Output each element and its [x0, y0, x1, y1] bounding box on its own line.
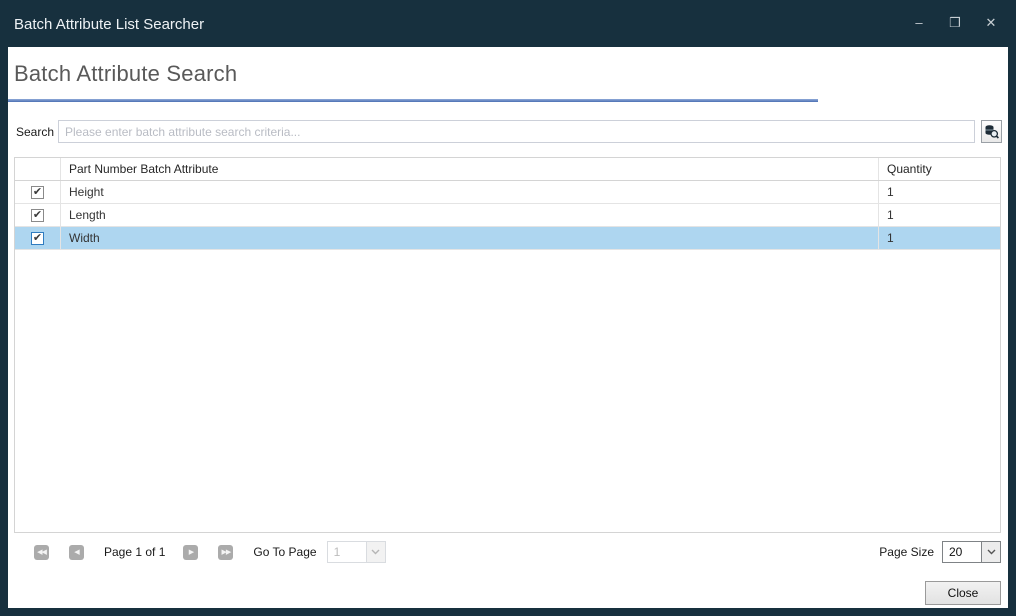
chevron-down-icon[interactable]	[981, 542, 1000, 562]
window-controls: – ❒ ✕	[912, 14, 998, 32]
header-checkbox-column	[15, 158, 61, 180]
attributes-table: Part Number Batch Attribute Quantity ✔ H…	[14, 157, 1001, 533]
page-size-label: Page Size	[879, 545, 934, 559]
page-size-combobox[interactable]: 20	[942, 541, 1001, 563]
table-header-row: Part Number Batch Attribute Quantity	[15, 158, 1000, 181]
search-table-icon	[984, 124, 999, 139]
page-size-value: 20	[943, 542, 981, 562]
search-button[interactable]	[981, 120, 1002, 143]
page-size-controls: Page Size 20	[879, 541, 1001, 563]
quantity-cell: 1	[879, 227, 1000, 249]
window-title: Batch Attribute List Searcher	[14, 16, 204, 33]
close-button[interactable]: Close	[925, 581, 1001, 605]
dialog-content: Batch Attribute Search Search	[8, 47, 1008, 608]
pagination-controls: ◀◀ ◀ Page 1 of 1 ▶ ▶▶ Go To Page 1	[34, 541, 386, 563]
heading-divider	[8, 99, 818, 102]
next-page-icon[interactable]: ▶	[183, 545, 198, 560]
attribute-cell: Width	[61, 227, 879, 249]
close-icon[interactable]: ✕	[984, 14, 998, 32]
chevron-down-icon[interactable]	[366, 542, 385, 562]
row-checkbox[interactable]: ✔	[31, 232, 44, 245]
row-checkbox[interactable]: ✔	[31, 186, 44, 199]
first-page-icon[interactable]: ◀◀	[34, 545, 49, 560]
table-row-selected[interactable]: ✔ Width 1	[15, 227, 1000, 250]
table-row[interactable]: ✔ Length 1	[15, 204, 1000, 227]
quantity-cell: 1	[879, 204, 1000, 226]
search-label: Search	[16, 125, 54, 139]
maximize-icon[interactable]: ❒	[948, 14, 962, 32]
pagination-bar: ◀◀ ◀ Page 1 of 1 ▶ ▶▶ Go To Page 1 Page …	[8, 541, 1008, 565]
page-title: Batch Attribute Search	[14, 61, 237, 87]
attribute-cell: Length	[61, 204, 879, 226]
titlebar: Batch Attribute List Searcher – ❒ ✕	[0, 0, 1016, 47]
goto-page-label: Go To Page	[253, 545, 316, 559]
minimize-icon[interactable]: –	[912, 14, 926, 32]
search-row: Search	[8, 120, 1008, 144]
search-input[interactable]	[58, 120, 975, 143]
row-checkbox[interactable]: ✔	[31, 209, 44, 222]
page-status: Page 1 of 1	[104, 545, 165, 559]
goto-page-value: 1	[328, 542, 366, 562]
attribute-cell: Height	[61, 181, 879, 203]
goto-page-combobox[interactable]: 1	[327, 541, 386, 563]
table-row[interactable]: ✔ Height 1	[15, 181, 1000, 204]
app-window: Batch Attribute List Searcher – ❒ ✕ Batc…	[0, 0, 1016, 616]
last-page-icon[interactable]: ▶▶	[218, 545, 233, 560]
header-quantity-column[interactable]: Quantity	[879, 158, 1000, 180]
header-attribute-column[interactable]: Part Number Batch Attribute	[61, 158, 879, 180]
previous-page-icon[interactable]: ◀	[69, 545, 84, 560]
quantity-cell: 1	[879, 181, 1000, 203]
